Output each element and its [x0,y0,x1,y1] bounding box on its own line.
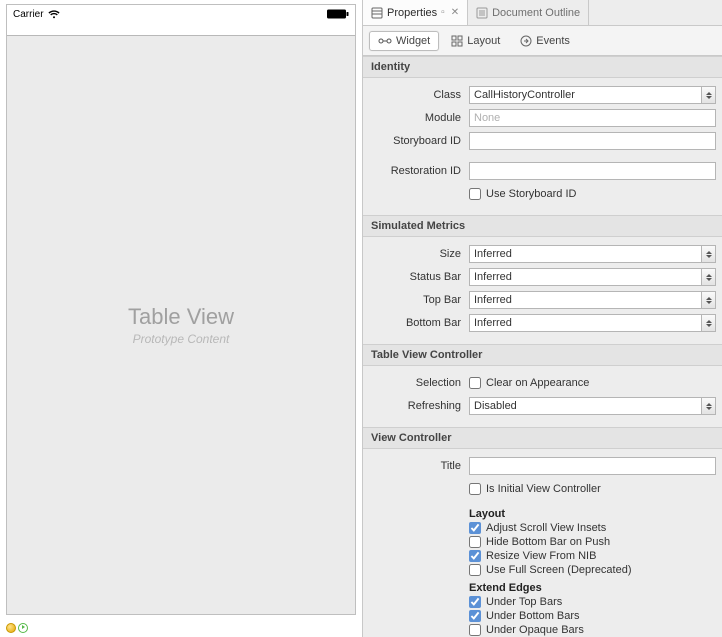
fullscreen-label: Use Full Screen (Deprecated) [486,564,632,576]
restoration-id-label: Restoration ID [369,165,469,177]
arrow-icon [701,315,715,331]
storyboard-id-field[interactable] [469,132,716,150]
under-opaque-checkbox[interactable]: Under Opaque Bars [469,624,716,636]
selection-label: Selection [369,377,469,389]
statusbar-select[interactable]: Inferred [469,268,716,286]
size-label: Size [369,248,469,260]
adjust-insets-checkbox[interactable]: Adjust Scroll View Insets [469,522,716,534]
resize-nib-checkbox[interactable]: Resize View From NIB [469,550,716,562]
initial-vc-label: Is Initial View Controller [486,483,601,495]
hide-bottom-checkbox[interactable]: Hide Bottom Bar on Push [469,536,716,548]
wifi-icon [48,10,60,19]
initial-vc-checkbox[interactable]: Is Initial View Controller [469,483,601,495]
statusbar: Carrier [7,5,355,23]
outline-icon [476,7,488,19]
class-label: Class [369,89,469,101]
section-identity: Identity [363,56,722,78]
arrow-icon [701,398,715,414]
topbar-label: Top Bar [369,294,469,306]
subtab-layout-label: Layout [467,35,500,47]
under-opaque-label: Under Opaque Bars [486,624,584,636]
scene-dock [2,619,362,637]
section-simulated-metrics: Simulated Metrics [363,215,722,237]
section-tvc: Table View Controller [363,344,722,366]
arrow-icon [701,246,715,262]
tab-properties[interactable]: Properties ▫ ✕ [363,0,468,25]
title-field[interactable] [469,457,716,475]
under-bottom-checkbox[interactable]: Under Bottom Bars [469,610,716,622]
refreshing-select[interactable]: Disabled [469,397,716,415]
pin-icon[interactable]: ▫ [441,7,445,18]
subtab-widget-label: Widget [396,35,430,47]
module-label: Module [369,112,469,124]
module-field[interactable] [469,109,716,127]
refreshing-value: Disabled [474,400,517,412]
design-canvas: Carrier Table View Prototype Content [0,0,363,637]
table-view-placeholder[interactable]: Table View Prototype Content [7,36,355,614]
events-icon [520,35,532,47]
first-responder-icon[interactable] [6,623,16,633]
use-storyboard-id-label: Use Storyboard ID [486,188,576,200]
fullscreen-checkbox[interactable]: Use Full Screen (Deprecated) [469,564,716,576]
close-icon[interactable]: ✕ [451,7,459,18]
bottombar-label: Bottom Bar [369,317,469,329]
refreshing-label: Refreshing [369,400,469,412]
arrow-icon [701,292,715,308]
under-bottom-label: Under Bottom Bars [486,610,580,622]
clear-on-appearance-label: Clear on Appearance [486,377,589,389]
subtab-widget[interactable]: Widget [369,31,439,51]
table-view-subtitle: Prototype Content [133,332,230,346]
carrier-label: Carrier [13,9,44,20]
layout-icon [451,35,463,47]
extend-edges-title: Extend Edges [469,582,716,594]
resize-nib-label: Resize View From NIB [486,550,596,562]
layout-group-title: Layout [469,508,716,520]
properties-icon [371,7,383,19]
bottombar-select[interactable]: Inferred [469,314,716,332]
class-value: CallHistoryController [474,89,575,101]
device-preview: Carrier Table View Prototype Content [6,4,356,615]
inspector-scroll[interactable]: Identity Class CallHistoryController Mod… [363,56,722,637]
tab-doc-outline-label: Document Outline [492,7,580,19]
arrow-icon [701,87,715,103]
panel-tabs: Properties ▫ ✕ Document Outline [363,0,722,26]
hide-bottom-label: Hide Bottom Bar on Push [486,536,610,548]
inspector-panel: Properties ▫ ✕ Document Outline Widget L… [363,0,722,637]
subtab-layout[interactable]: Layout [443,32,508,50]
statusbar-label: Status Bar [369,271,469,283]
size-select[interactable]: Inferred [469,245,716,263]
size-value: Inferred [474,248,512,260]
arrow-icon [701,269,715,285]
subtab-events[interactable]: Events [512,32,578,50]
use-storyboard-id-checkbox[interactable]: Use Storyboard ID [469,188,576,200]
topbar-value: Inferred [474,294,512,306]
bottombar-value: Inferred [474,317,512,329]
class-select[interactable]: CallHistoryController [469,86,716,104]
battery-icon [327,9,349,19]
title-label: Title [369,460,469,472]
restoration-id-field[interactable] [469,162,716,180]
exit-icon[interactable] [18,623,28,633]
under-top-label: Under Top Bars [486,596,562,608]
subtab-events-label: Events [536,35,570,47]
table-view-title: Table View [128,304,234,330]
adjust-insets-label: Adjust Scroll View Insets [486,522,606,534]
topbar-select[interactable]: Inferred [469,291,716,309]
tab-properties-label: Properties [387,7,437,19]
inspector-subtabs: Widget Layout Events [363,26,722,56]
statusbar-value: Inferred [474,271,512,283]
widget-icon [378,36,392,46]
clear-on-appearance-checkbox[interactable]: Clear on Appearance [469,377,589,389]
storyboard-id-label: Storyboard ID [369,135,469,147]
under-top-checkbox[interactable]: Under Top Bars [469,596,716,608]
section-view-controller: View Controller [363,427,722,449]
tab-document-outline[interactable]: Document Outline [468,0,589,25]
